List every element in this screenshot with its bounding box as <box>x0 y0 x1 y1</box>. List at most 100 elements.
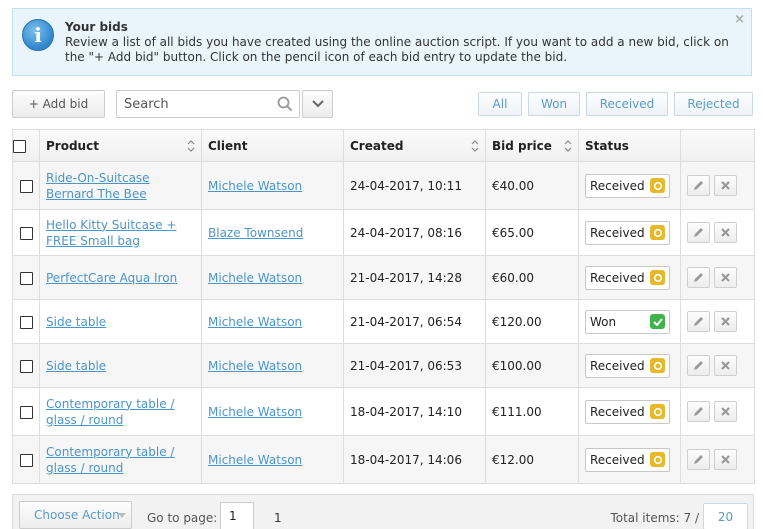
status-select[interactable]: Received <box>585 265 670 290</box>
edit-button[interactable] <box>687 311 710 332</box>
pending-icon <box>650 404 665 419</box>
product-link[interactable]: Contemporary table / glass / round <box>46 445 174 475</box>
close-icon <box>721 455 730 464</box>
client-link[interactable]: Michele Watson <box>208 179 302 193</box>
close-icon <box>721 317 730 326</box>
status-select[interactable]: Received <box>585 353 670 378</box>
table-header-row: Product Client Created Bid price Status <box>12 129 755 162</box>
select-all-cell <box>12 129 40 162</box>
table-row: Side table Michele Watson 21-04-2017, 06:5… <box>12 343 755 388</box>
page-link[interactable]: 1 <box>274 511 282 525</box>
delete-button[interactable] <box>714 401 737 422</box>
product-link[interactable]: Ride-On-Suitcase Bernard The Bee <box>46 171 150 201</box>
column-header-product[interactable]: Product <box>39 129 202 162</box>
row-checkbox[interactable] <box>19 271 33 285</box>
row-checkbox[interactable] <box>19 226 33 240</box>
select-all-checkbox[interactable] <box>13 139 26 153</box>
row-checkbox[interactable] <box>19 405 33 419</box>
delete-button[interactable] <box>714 355 737 376</box>
close-icon <box>721 181 730 190</box>
status-value: Received <box>590 225 645 240</box>
price-cell: €40.00 <box>485 161 579 210</box>
search-options-button[interactable] <box>302 90 333 118</box>
client-link[interactable]: Michele Watson <box>208 315 302 329</box>
client-link[interactable]: Michele Watson <box>208 405 302 419</box>
actions-cell <box>680 435 755 484</box>
row-select-cell <box>12 435 40 484</box>
status-cell: Won <box>578 299 681 344</box>
table-row: Contemporary table / glass / round Michel… <box>12 435 755 484</box>
row-checkbox[interactable] <box>19 453 33 467</box>
filter-won-button[interactable]: Won <box>528 92 580 116</box>
product-cell: Side table <box>39 343 202 388</box>
filter-rejected-button[interactable]: Rejected <box>674 92 753 116</box>
column-header-bid-price[interactable]: Bid price <box>485 129 579 162</box>
actions-cell <box>680 209 755 256</box>
client-link[interactable]: Michele Watson <box>208 359 302 373</box>
row-checkbox[interactable] <box>19 359 33 373</box>
client-link[interactable]: Michele Watson <box>208 453 302 467</box>
goto-page-input[interactable] <box>220 502 254 529</box>
pencil-icon <box>694 407 703 416</box>
status-select[interactable]: Received <box>585 220 670 245</box>
column-header-created[interactable]: Created <box>343 129 486 162</box>
client-cell: Blaze Townsend <box>201 209 344 256</box>
price-cell: €111.00 <box>485 387 579 436</box>
pencil-icon <box>694 228 703 237</box>
actions-cell <box>680 299 755 344</box>
price-cell: €100.00 <box>485 343 579 388</box>
product-link[interactable]: PerfectCare Aqua Iron <box>46 271 177 285</box>
edit-button[interactable] <box>687 355 710 376</box>
edit-button[interactable] <box>687 175 710 196</box>
delete-button[interactable] <box>714 222 737 243</box>
pencil-icon <box>694 181 703 190</box>
add-bid-button[interactable]: + Add bid <box>12 90 105 118</box>
client-link[interactable]: Michele Watson <box>208 271 302 285</box>
status-select[interactable]: Received <box>585 447 670 472</box>
goto-page-label: Go to page: <box>147 511 218 525</box>
delete-button[interactable] <box>714 311 737 332</box>
row-actions <box>687 355 748 376</box>
product-link[interactable]: Side table <box>46 359 106 373</box>
close-icon <box>721 273 730 282</box>
product-link[interactable]: Side table <box>46 315 106 329</box>
product-link[interactable]: Contemporary table / glass / round <box>46 397 174 427</box>
pending-icon <box>650 358 665 373</box>
delete-button[interactable] <box>714 449 737 470</box>
price-cell: €65.00 <box>485 209 579 256</box>
row-checkbox[interactable] <box>19 179 33 193</box>
delete-button[interactable] <box>714 175 737 196</box>
delete-button[interactable] <box>714 267 737 288</box>
edit-button[interactable] <box>687 267 710 288</box>
edit-button[interactable] <box>687 401 710 422</box>
edit-button[interactable] <box>687 222 710 243</box>
actions-cell <box>680 387 755 436</box>
product-link[interactable]: Hello Kitty Suitcase + FREE Small bag <box>46 218 176 248</box>
client-link[interactable]: Blaze Townsend <box>208 226 303 240</box>
pending-icon <box>650 178 665 193</box>
status-cell: Received <box>578 343 681 388</box>
close-icon[interactable]: × <box>734 12 745 27</box>
choose-action-dropdown[interactable]: Choose Action <box>19 501 132 529</box>
pencil-icon <box>694 273 703 282</box>
search-icon[interactable] <box>277 96 293 112</box>
row-actions <box>687 222 748 243</box>
filter-received-button[interactable]: Received <box>586 92 668 116</box>
row-checkbox[interactable] <box>19 315 33 329</box>
filter-all-button[interactable]: All <box>478 92 522 116</box>
status-select[interactable]: Received <box>585 173 670 198</box>
search-input[interactable] <box>117 91 267 117</box>
column-header-actions <box>680 129 755 162</box>
created-cell: 24-04-2017, 08:16 <box>343 209 486 256</box>
status-select[interactable]: Won <box>585 309 670 334</box>
row-actions <box>687 401 748 422</box>
row-actions <box>687 311 748 332</box>
notice-text: Review a list of all bids you have creat… <box>65 35 729 64</box>
status-select[interactable]: Received <box>585 399 670 424</box>
close-icon <box>721 407 730 416</box>
product-cell: Hello Kitty Suitcase + FREE Small bag <box>39 209 202 256</box>
per-page-select[interactable]: 20 <box>703 503 748 529</box>
edit-button[interactable] <box>687 449 710 470</box>
pending-icon <box>650 452 665 467</box>
product-cell: PerfectCare Aqua Iron <box>39 255 202 300</box>
